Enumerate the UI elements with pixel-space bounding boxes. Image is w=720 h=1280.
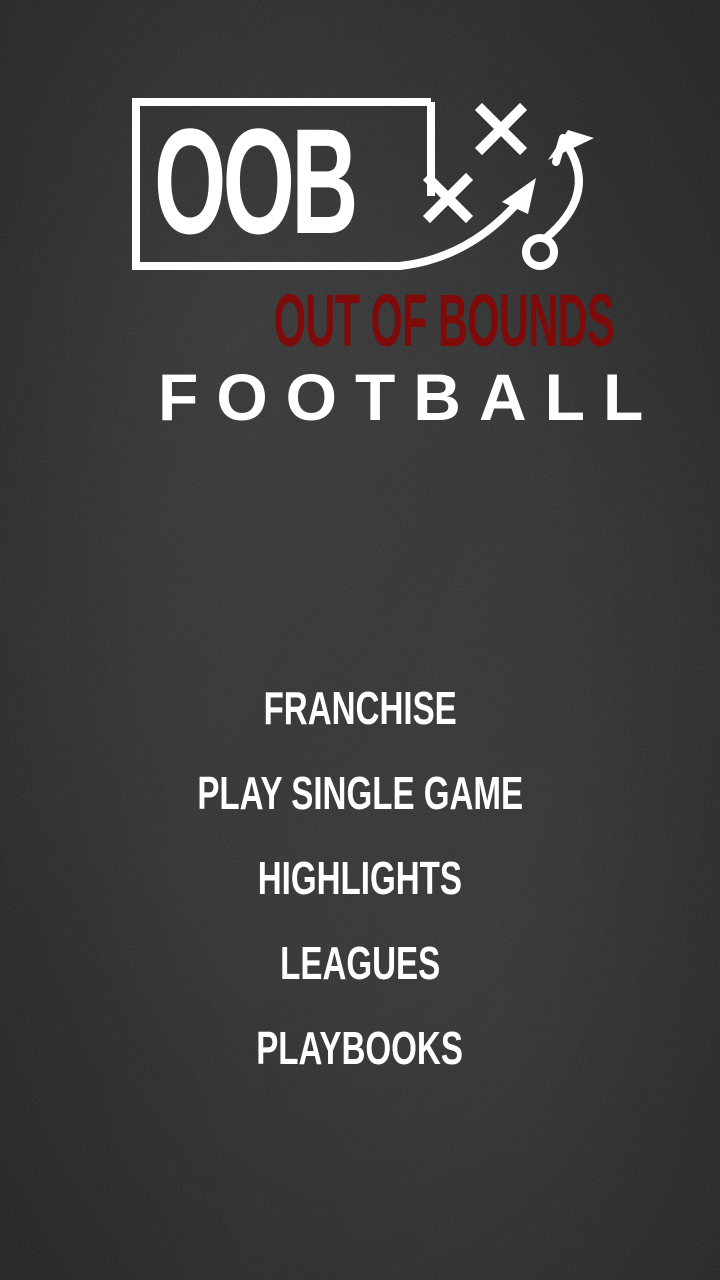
- menu-item-playbooks[interactable]: PLAYBOOKS: [0, 1012, 720, 1097]
- main-menu: FRANCHISE PLAY SINGLE GAME HIGHLIGHTS LE…: [0, 672, 720, 1097]
- menu-item-leagues[interactable]: LEAGUES: [0, 927, 720, 1012]
- arrow-route-icon: [522, 130, 594, 270]
- logo-subtitle: OUT OF BOUNDS: [273, 279, 615, 362]
- logo-abbreviation: OOB: [154, 97, 358, 265]
- menu-item-play-single-game[interactable]: PLAY SINGLE GAME: [0, 757, 720, 842]
- menu-item-franchise[interactable]: FRANCHISE: [0, 672, 720, 757]
- game-logo: OOB OUT OF BOUNDS FOOTBALL: [0, 0, 720, 440]
- menu-item-highlights[interactable]: HIGHLIGHTS: [0, 842, 720, 927]
- logo-tagline: FOOTBALL: [158, 360, 662, 434]
